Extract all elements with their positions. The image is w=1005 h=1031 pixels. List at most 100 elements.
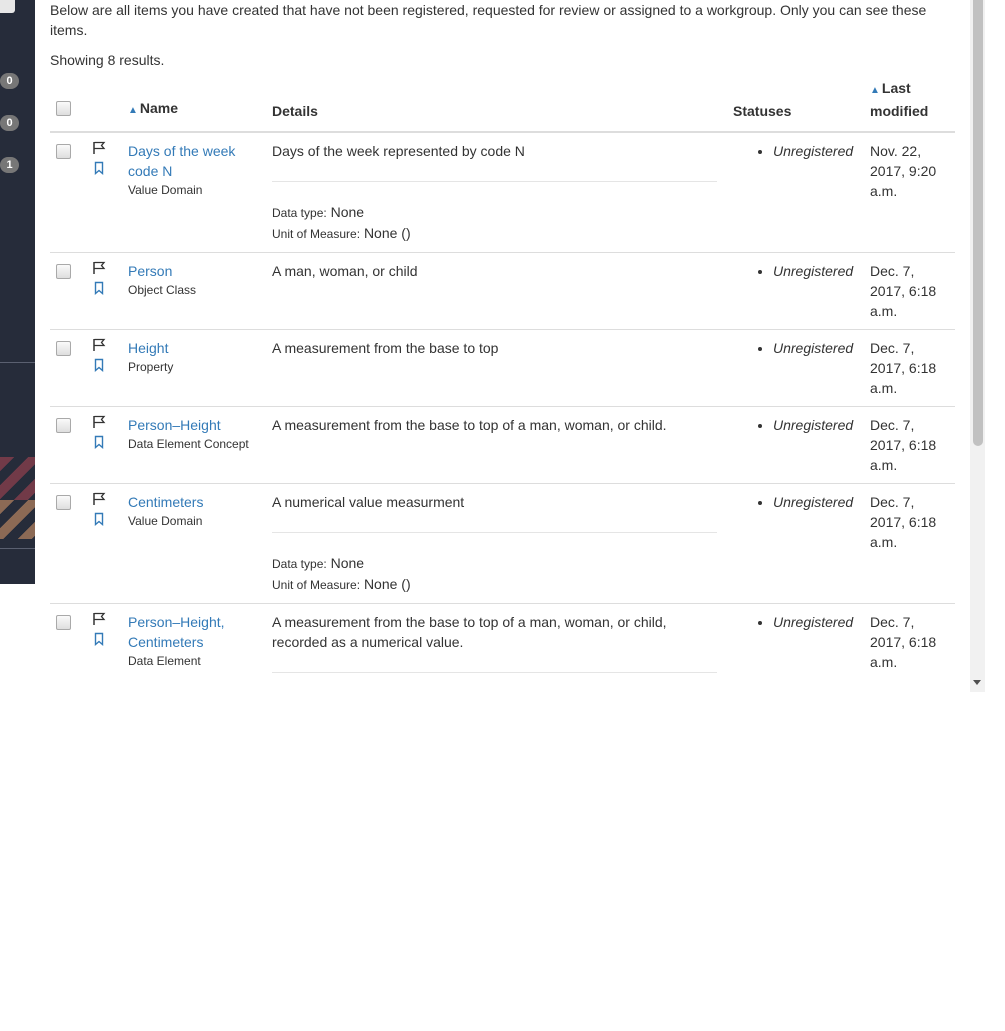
select-cell: [50, 603, 84, 692]
icon-cell: [84, 329, 120, 407]
icon-cell: [84, 131, 120, 253]
modified-cell: Dec. 7, 2017, 6:18 a.m.: [862, 406, 955, 484]
sidebar-toggle-button[interactable]: [0, 0, 15, 13]
detail-label: Unit of Measure:: [272, 227, 361, 241]
select-cell: [50, 329, 84, 407]
modified-cell: Dec. 7, 2017, 6:18 a.m.: [862, 483, 955, 604]
flag-icon[interactable]: [92, 261, 112, 275]
item-name-link[interactable]: Person–Height: [128, 417, 221, 433]
flag-icon[interactable]: [92, 612, 112, 626]
table-header-row: ▲ Name Details Statuses ▲ Last modified: [50, 78, 955, 133]
item-type: Data Element Concept: [128, 437, 249, 451]
flag-icon[interactable]: [92, 492, 112, 506]
select-cell: [50, 406, 84, 484]
item-definition: A measurement from the base to top: [272, 340, 499, 356]
item-definition: A measurement from the base to top of a …: [272, 417, 667, 433]
item-type: Value Domain: [128, 183, 203, 197]
detail-separator: [272, 181, 717, 182]
status-badge: Unregistered: [773, 141, 854, 161]
sidebar-divider: [0, 362, 35, 363]
bookmark-icon[interactable]: [92, 512, 112, 526]
status-badge: Unregistered: [773, 261, 854, 281]
sidebar-badge[interactable]: 0: [0, 73, 19, 89]
bookmark-icon[interactable]: [92, 358, 112, 372]
detail-attribute: Data type: None: [272, 553, 717, 574]
sidebar-divider: [0, 548, 35, 549]
detail-label: Unit of Measure:: [272, 578, 361, 592]
item-definition: A numerical value measurment: [272, 494, 465, 510]
detail-label: Data type:: [272, 557, 327, 571]
status-badge: Unregistered: [773, 338, 854, 358]
details-header: Details: [264, 78, 725, 133]
detail-value: None (): [363, 225, 411, 241]
detail-label: Data type:: [272, 206, 327, 220]
detail-attribute: Data type: None: [272, 202, 717, 223]
item-name-link[interactable]: Days of the week code N: [128, 143, 235, 179]
name-header-label: Name: [139, 100, 179, 116]
row-checkbox[interactable]: [56, 264, 71, 279]
flag-icon[interactable]: [92, 338, 112, 352]
sort-up-icon: ▲: [128, 105, 138, 116]
select-cell: [50, 483, 84, 604]
row-checkbox[interactable]: [56, 495, 71, 510]
name-cell: Centimeters Value Domain: [120, 483, 264, 604]
details-cell: A measurement from the base to top of a …: [264, 603, 725, 692]
bookmark-icon[interactable]: [92, 435, 112, 449]
detail-separator: [272, 532, 717, 533]
row-checkbox[interactable]: [56, 615, 71, 630]
item-name-link[interactable]: Height: [128, 340, 168, 356]
select-all-checkbox[interactable]: [56, 101, 71, 116]
item-name-link[interactable]: Person: [128, 263, 172, 279]
sidebar-badge[interactable]: 0: [0, 115, 19, 131]
modified-cell: Nov. 22, 2017, 9:20 a.m.: [862, 131, 955, 253]
statuses-header: Statuses: [725, 78, 862, 133]
table-row: Centimeters Value Domain A numerical value…: [50, 483, 955, 604]
items-table: ▲ Name Details Statuses ▲ Last modified Da…: [50, 78, 955, 692]
sidebar: 0 0 1: [0, 0, 35, 584]
last-modified-header[interactable]: ▲ Last modified: [862, 78, 955, 133]
details-cell: Days of the week represented by code N Da…: [264, 131, 725, 253]
table-row: Person–Height, Centimeters Data Element A …: [50, 603, 955, 692]
item-name-link[interactable]: Centimeters: [128, 494, 203, 510]
row-checkbox[interactable]: [56, 341, 71, 356]
table-row: Person Object Class A man, woman, or child…: [50, 252, 955, 330]
select-cell: [50, 252, 84, 330]
detail-separator: [272, 672, 717, 673]
name-cell: Height Property: [120, 329, 264, 407]
sidebar-badge[interactable]: 1: [0, 157, 19, 173]
name-cell: Person–Height, Centimeters Data Element: [120, 603, 264, 692]
bookmark-icon[interactable]: [92, 161, 112, 175]
page-viewport: 0 0 1 Below are all items you have creat…: [0, 0, 985, 692]
flag-icon[interactable]: [92, 141, 112, 155]
name-cell: Days of the week code N Value Domain: [120, 131, 264, 253]
row-checkbox[interactable]: [56, 144, 71, 159]
item-definition: Days of the week represented by code N: [272, 143, 525, 159]
details-cell: A man, woman, or child: [264, 252, 725, 330]
scrollbar-thumb[interactable]: [973, 0, 983, 446]
details-cell: A numerical value measurment Data type: N…: [264, 483, 725, 604]
item-name-link[interactable]: Person–Height, Centimeters: [128, 614, 225, 650]
status-cell: Unregistered: [725, 329, 862, 407]
status-badge: Unregistered: [773, 415, 854, 435]
sidebar-decoration: [0, 500, 35, 539]
icon-header: [84, 78, 120, 133]
status-badge: Unregistered: [773, 612, 854, 632]
icon-cell: [84, 406, 120, 484]
bookmark-icon[interactable]: [92, 632, 112, 646]
select-all-header: [50, 78, 84, 133]
scroll-down-arrow-icon[interactable]: [973, 680, 981, 685]
modified-cell: Dec. 7, 2017, 6:18 a.m.: [862, 252, 955, 330]
name-header[interactable]: ▲ Name: [120, 78, 264, 133]
item-type: Object Class: [128, 283, 197, 297]
details-cell: A measurement from the base to top of a …: [264, 406, 725, 484]
detail-value: None: [330, 555, 365, 571]
detail-value: None: [330, 204, 365, 220]
icon-cell: [84, 483, 120, 604]
name-cell: Person Object Class: [120, 252, 264, 330]
table-row: Person–Height Data Element Concept A measu…: [50, 406, 955, 484]
item-type: Property: [128, 360, 174, 374]
status-cell: Unregistered: [725, 131, 862, 253]
bookmark-icon[interactable]: [92, 281, 112, 295]
flag-icon[interactable]: [92, 415, 112, 429]
row-checkbox[interactable]: [56, 418, 71, 433]
